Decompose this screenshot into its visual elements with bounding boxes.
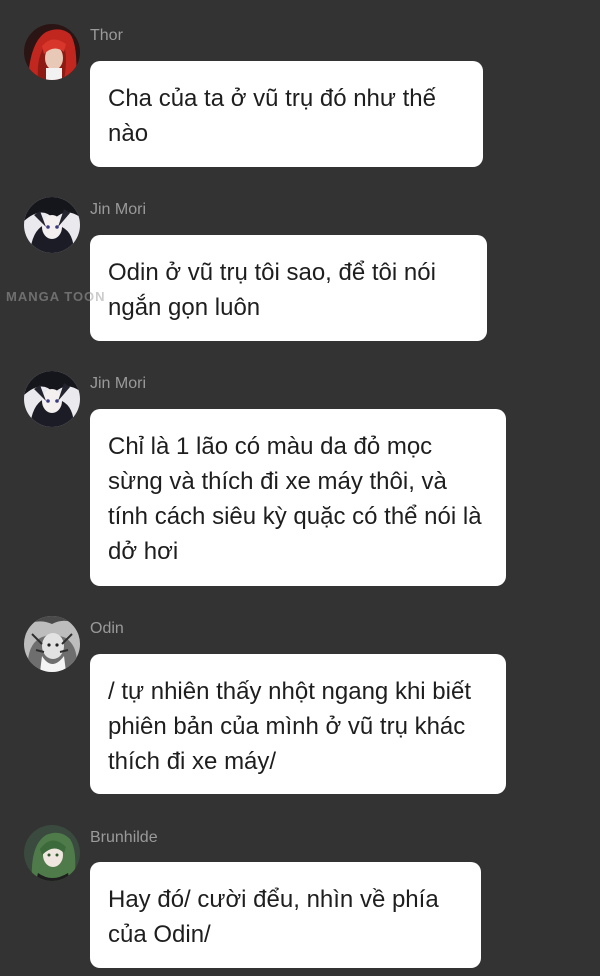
message-bubble: Odin ở vũ trụ tôi sao, để tôi nói ngắn g… (90, 235, 487, 341)
sender-name: Odin (90, 620, 124, 637)
message-bubble: Chỉ là 1 lão có màu da đỏ mọc sừng và th… (90, 409, 506, 586)
brunhilde-avatar-icon[interactable] (24, 825, 80, 881)
chat-thread: Thor Cha của ta ở vũ trụ đó như thế nào … (0, 0, 600, 976)
message-bubble: Cha của ta ở vũ trụ đó như thế nào (90, 61, 483, 167)
sender-name: Brunhilde (90, 829, 158, 846)
sender-name: Jin Mori (90, 375, 147, 392)
message-bubble: / tự nhiên thấy nhột ngang khi biết phiê… (90, 654, 506, 794)
message-text: Hay đó/ cười đểu, nhìn về phía của Odin/ (108, 886, 439, 948)
message-text: Cha của ta ở vũ trụ đó như thế nào (108, 85, 436, 147)
jin-mori-avatar-icon[interactable] (24, 197, 80, 253)
message-text: / tự nhiên thấy nhột ngang khi biết phiê… (108, 678, 471, 775)
sender-name: Jin Mori (90, 201, 147, 218)
watermark: MANGA TOON (6, 289, 106, 304)
odin-avatar-icon[interactable] (24, 616, 80, 672)
message-text: Odin ở vũ trụ tôi sao, để tôi nói ngắn g… (108, 259, 436, 321)
message-bubble: Hay đó/ cười đểu, nhìn về phía của Odin/ (90, 862, 481, 968)
message-text: Chỉ là 1 lão có màu da đỏ mọc sừng và th… (108, 433, 482, 565)
jin-mori-avatar-icon[interactable] (24, 371, 80, 427)
thor-avatar-icon[interactable] (24, 24, 80, 80)
sender-name: Thor (90, 27, 123, 44)
